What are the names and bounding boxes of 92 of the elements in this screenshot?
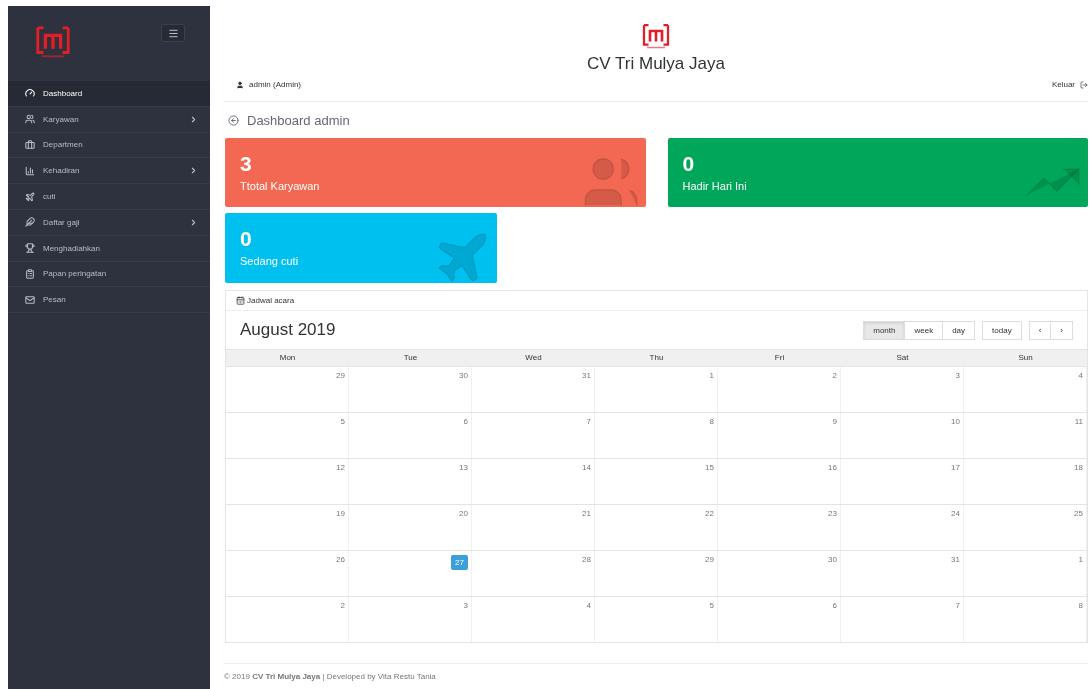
weekday-header: Tue bbox=[349, 350, 472, 366]
weekday-header: Mon bbox=[226, 350, 349, 366]
nav-icon bbox=[25, 191, 35, 202]
day-number[interactable]: 5 bbox=[340, 417, 345, 426]
weekday-header: Sun bbox=[964, 350, 1087, 366]
day-number[interactable]: 7 bbox=[586, 417, 591, 426]
menu-icon bbox=[167, 27, 179, 39]
day-number[interactable]: 8 bbox=[1078, 601, 1083, 610]
day-number[interactable]: 15 bbox=[705, 463, 714, 472]
day-number[interactable]: 16 bbox=[828, 463, 837, 472]
nav-icon bbox=[25, 294, 35, 305]
sidebar-item[interactable]: Pesan bbox=[8, 287, 210, 314]
company-name: CV Tri Mulya Jaya bbox=[587, 54, 725, 74]
day-number[interactable]: 4 bbox=[1078, 371, 1083, 380]
day-number[interactable]: 24 bbox=[951, 509, 960, 518]
sidebar-item[interactable]: Karyawan bbox=[8, 106, 210, 133]
day-number[interactable]: 2 bbox=[340, 601, 345, 610]
calendar-icon bbox=[236, 296, 245, 305]
view-button[interactable]: month bbox=[863, 320, 906, 340]
logout-icon bbox=[1080, 80, 1088, 89]
day-number[interactable]: 23 bbox=[828, 509, 837, 518]
day-number[interactable]: 29 bbox=[336, 371, 345, 380]
day-number[interactable]: 5 bbox=[709, 601, 714, 610]
stat-label: Hadir Hari Ini bbox=[682, 180, 748, 192]
nav-icon bbox=[25, 88, 35, 99]
day-number[interactable]: 1 bbox=[709, 371, 714, 380]
day-number[interactable]: 22 bbox=[705, 509, 714, 518]
day-number[interactable]: 29 bbox=[705, 555, 714, 564]
day-number[interactable]: 20 bbox=[459, 509, 468, 518]
stat-value: 0 bbox=[240, 227, 253, 251]
next-button[interactable]: › bbox=[1050, 320, 1073, 340]
month-title: August 2019 bbox=[240, 320, 336, 340]
user-icon bbox=[236, 80, 244, 89]
day-number[interactable]: 31 bbox=[951, 555, 960, 564]
nav-icon bbox=[25, 114, 35, 125]
weekday-header: Sat bbox=[841, 350, 964, 366]
day-number[interactable]: 30 bbox=[828, 555, 837, 564]
day-number[interactable]: 17 bbox=[951, 463, 960, 472]
nav-icon bbox=[25, 268, 35, 279]
day-number[interactable]: 19 bbox=[336, 509, 345, 518]
weekday-header: Wed bbox=[472, 350, 595, 366]
day-number[interactable]: 1 bbox=[1078, 555, 1083, 564]
prev-button[interactable]: ‹ bbox=[1028, 320, 1052, 340]
day-number[interactable]: 6 bbox=[832, 601, 837, 610]
day-number[interactable]: 13 bbox=[459, 463, 468, 472]
day-number[interactable]: 30 bbox=[459, 371, 468, 380]
day-number[interactable]: 14 bbox=[582, 463, 591, 472]
sidebar-item[interactable]: Papan peringatan bbox=[8, 261, 210, 288]
page-title: Dashboard admin bbox=[224, 102, 1088, 138]
day-number[interactable]: 3 bbox=[463, 601, 468, 610]
day-number[interactable]: 25 bbox=[1074, 509, 1083, 518]
day-number[interactable]: 27 bbox=[451, 555, 468, 570]
nav-icon bbox=[25, 165, 35, 176]
stat-label: Ttotal Karyawan bbox=[240, 180, 321, 192]
view-button[interactable]: week bbox=[904, 320, 944, 340]
day-number[interactable]: 4 bbox=[586, 601, 591, 610]
sidebar-item[interactable]: Kehadiran bbox=[8, 158, 210, 185]
nav-icon bbox=[25, 243, 35, 254]
stat-label: Sedang cuti bbox=[240, 255, 300, 267]
logout-link[interactable]: Keluar bbox=[1051, 80, 1088, 89]
day-number[interactable]: 8 bbox=[709, 417, 714, 426]
back-icon bbox=[228, 115, 239, 126]
nav-icon bbox=[25, 140, 35, 150]
day-number[interactable]: 31 bbox=[582, 371, 591, 380]
sidebar-item[interactable]: Departmen bbox=[8, 132, 210, 159]
sidebar-item[interactable]: Dashboard bbox=[8, 81, 210, 107]
day-number[interactable]: 6 bbox=[463, 417, 468, 426]
user-label: admin (Admin) bbox=[236, 80, 301, 89]
nav-icon bbox=[25, 217, 35, 228]
day-number[interactable]: 9 bbox=[832, 417, 837, 426]
view-button[interactable]: day bbox=[942, 320, 976, 340]
day-number[interactable]: 2 bbox=[832, 371, 837, 380]
weekday-header: Fri bbox=[718, 350, 841, 366]
day-number[interactable]: 7 bbox=[955, 601, 960, 610]
menu-toggle-button[interactable] bbox=[161, 24, 185, 42]
panel-title: Jadwal acara bbox=[226, 291, 1087, 311]
footer-text: © 2019 CV Tri Mulya Jaya | Developed by Vita Restu Tania bbox=[224, 663, 1088, 681]
sidebar-item[interactable]: Daftar gaji bbox=[8, 210, 210, 236]
day-number[interactable]: 12 bbox=[336, 463, 345, 472]
stat-value: 3 bbox=[240, 152, 253, 176]
stat-value: 0 bbox=[682, 152, 696, 176]
weekday-header: Thu bbox=[595, 350, 718, 366]
day-number[interactable]: 21 bbox=[582, 509, 591, 518]
day-number[interactable]: 3 bbox=[955, 371, 960, 380]
day-number[interactable]: 18 bbox=[1074, 463, 1083, 472]
sidebar-item[interactable]: cuti bbox=[8, 184, 210, 210]
day-number[interactable]: 26 bbox=[336, 555, 345, 564]
day-number[interactable]: 10 bbox=[951, 417, 960, 426]
day-number[interactable]: 11 bbox=[1074, 417, 1083, 426]
sidebar-item[interactable]: Menghadiahkan bbox=[8, 235, 210, 262]
today-button[interactable]: today bbox=[982, 320, 1022, 340]
day-number[interactable]: 28 bbox=[582, 555, 591, 564]
